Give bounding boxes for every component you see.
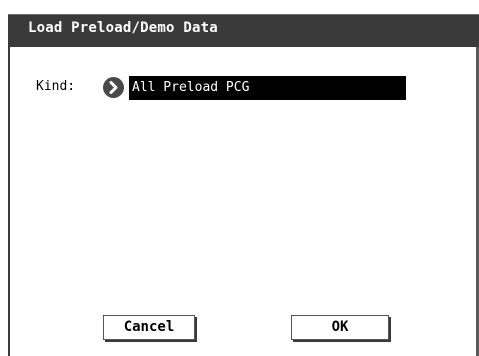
load-preload-dialog: Load Preload/Demo Data Kind: All Preload… <box>0 0 479 356</box>
ok-button[interactable]: OK <box>291 315 389 340</box>
dialog-title: Load Preload/Demo Data <box>28 20 218 36</box>
kind-label: Kind: <box>36 79 76 94</box>
cancel-button[interactable]: Cancel <box>103 315 195 340</box>
kind-popup-button[interactable] <box>103 77 124 98</box>
dialog-frame-left <box>8 47 10 356</box>
dialog-titlebar: Load Preload/Demo Data <box>8 14 479 47</box>
kind-select-field[interactable]: All Preload PCG <box>129 76 406 100</box>
chevron-right-icon <box>109 81 118 94</box>
